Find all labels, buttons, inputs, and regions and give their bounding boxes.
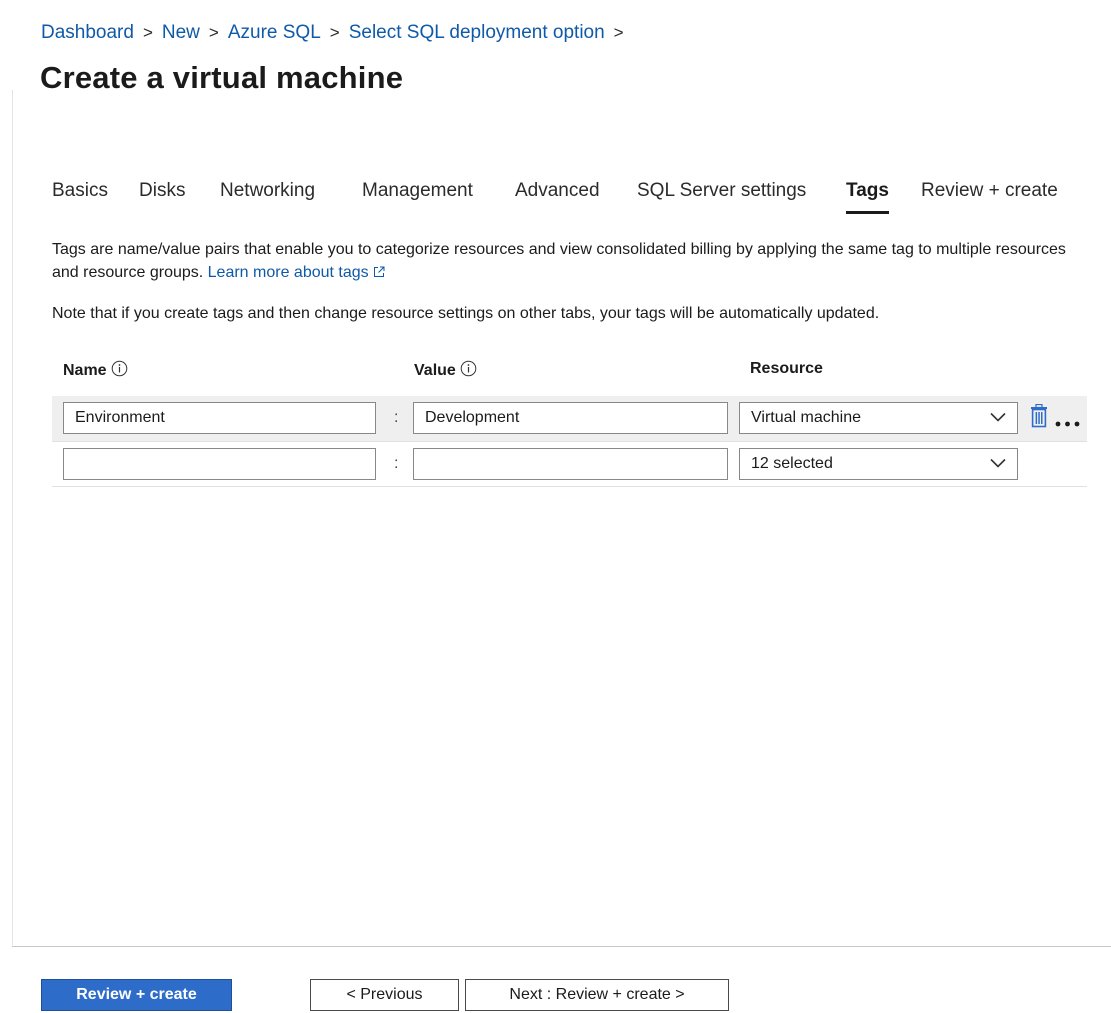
tab-basics[interactable]: Basics [52,180,108,202]
chevron-down-icon [990,409,1006,427]
tags-note: Note that if you create tags and then ch… [52,305,880,322]
name-value-separator: : [394,455,399,472]
tag-name-input[interactable] [63,402,376,434]
learn-more-link-text[interactable]: Learn more about tags [208,264,369,281]
column-header-name: Name [63,360,128,382]
info-icon[interactable] [460,360,477,382]
ellipsis-icon[interactable] [1055,414,1081,432]
external-link-icon [373,262,385,285]
breadcrumb-new[interactable]: New [162,22,200,44]
left-panel-border [12,90,13,945]
tag-name-input[interactable] [63,448,376,480]
tab-advanced[interactable]: Advanced [515,180,600,202]
resource-dropdown-value: 12 selected [751,455,833,472]
breadcrumb-select-sql-deployment[interactable]: Select SQL deployment option [349,22,605,44]
breadcrumb-dashboard[interactable]: Dashboard [41,22,134,44]
tags-description-text: Tags are name/value pairs that enable yo… [52,241,1066,281]
next-review-create-button[interactable]: Next : Review + create > [465,979,729,1011]
breadcrumb-azure-sql[interactable]: Azure SQL [228,22,321,44]
breadcrumb-separator: > [329,23,340,42]
breadcrumb-separator: > [208,23,219,42]
row-divider [52,441,1087,442]
tab-sql-server-settings[interactable]: SQL Server settings [637,180,806,202]
review-create-button[interactable]: Review + create [41,979,232,1011]
resource-dropdown-value: Virtual machine [751,409,861,426]
column-header-resource: Resource [750,360,823,378]
tab-disks[interactable]: Disks [139,180,185,202]
tags-description: Tags are name/value pairs that enable yo… [52,238,1092,285]
tag-value-input[interactable] [413,402,728,434]
name-value-separator: : [394,409,399,426]
learn-more-link[interactable]: Learn more about tags [208,264,385,281]
column-header-resource-label: Resource [750,360,823,377]
resource-dropdown[interactable]: 12 selected [739,448,1018,480]
tag-value-input[interactable] [413,448,728,480]
chevron-down-icon [990,455,1006,473]
column-header-value: Value [414,360,477,382]
tab-management[interactable]: Management [362,180,473,202]
breadcrumb-separator: > [613,23,624,42]
resource-dropdown[interactable]: Virtual machine [739,402,1018,434]
trash-icon[interactable] [1030,403,1048,433]
breadcrumb-separator: > [142,23,153,42]
tab-review-create[interactable]: Review + create [921,180,1058,202]
footer-divider [12,946,1111,947]
row-divider [52,486,1087,487]
tab-networking[interactable]: Networking [220,180,315,202]
page-title: Create a virtual machine [40,60,404,95]
column-header-value-label: Value [414,362,456,379]
breadcrumb: Dashboard > New > Azure SQL > Select SQL… [41,22,633,44]
column-header-name-label: Name [63,362,107,379]
tab-tags[interactable]: Tags [846,180,889,214]
previous-button[interactable]: < Previous [310,979,459,1011]
info-icon[interactable] [111,360,128,382]
